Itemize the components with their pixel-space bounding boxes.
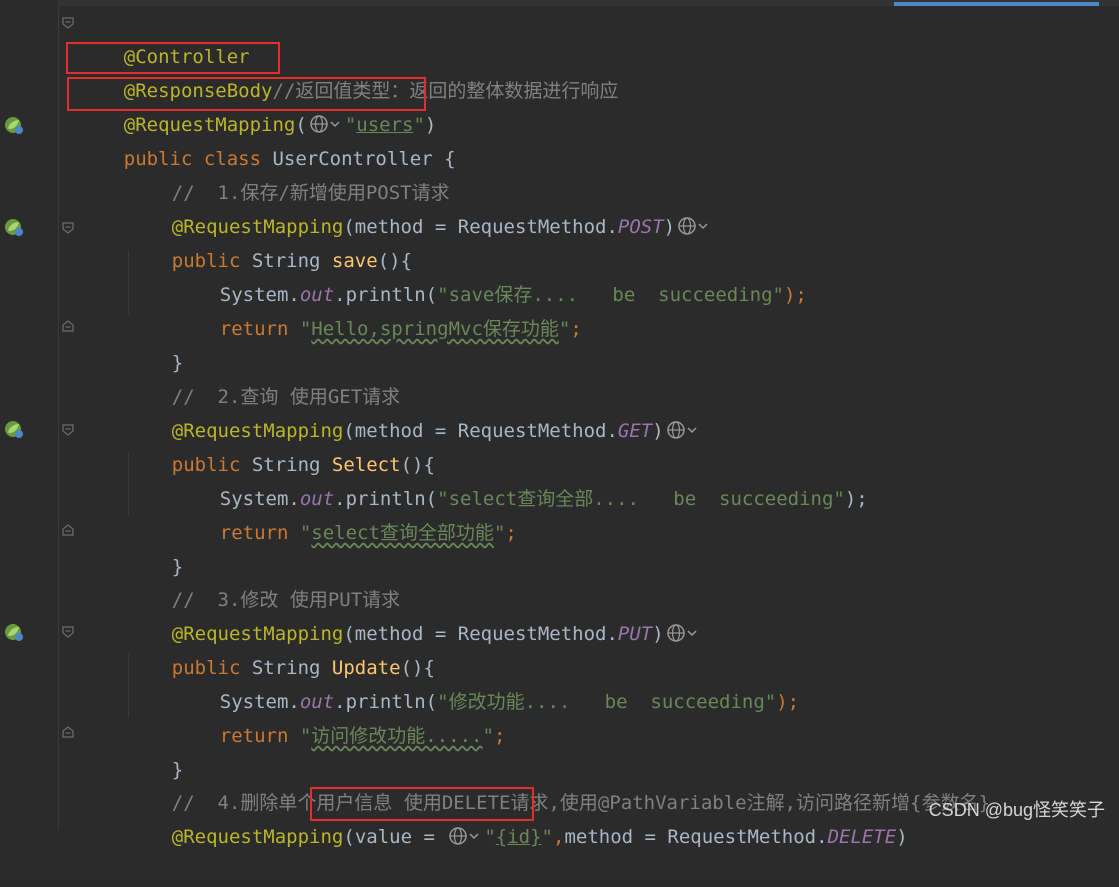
fold-marker-icon[interactable] <box>62 726 74 738</box>
punctuation: , <box>553 826 565 848</box>
punctuation: ; <box>570 318 582 340</box>
fold-marker-icon[interactable] <box>62 524 74 536</box>
punctuation: ); <box>776 691 800 713</box>
enum-constant: POST <box>617 216 664 238</box>
paren: ) <box>652 420 664 442</box>
quote: " <box>541 826 553 848</box>
paren: ( <box>343 826 355 848</box>
code-line: public class UserController { <box>78 110 456 170</box>
quote: " <box>288 522 312 544</box>
quote: " <box>288 318 312 340</box>
fold-marker-icon[interactable] <box>62 222 74 234</box>
quote: " <box>482 725 494 747</box>
spring-bean-icon[interactable] <box>3 216 25 238</box>
fold-marker-icon[interactable] <box>62 626 74 638</box>
punctuation: ); <box>783 284 807 306</box>
code-line: // 3.修改 使用PUT请求 <box>126 551 400 611</box>
spring-bean-icon[interactable] <box>3 114 25 136</box>
code-line: System.out.println("select查询全部.... be su… <box>174 450 868 510</box>
editor-tab-strip <box>0 0 1119 6</box>
string-literal: 访问修改功能..... <box>311 725 483 747</box>
paren: ) <box>663 216 676 238</box>
quote: " <box>484 826 496 848</box>
globe-icon[interactable] <box>666 623 700 643</box>
paren: ) <box>896 826 908 848</box>
punctuation: ; <box>493 725 506 747</box>
code-line: } <box>126 518 183 578</box>
code-line: } <box>126 314 183 374</box>
enum-constant: GET <box>617 420 653 442</box>
keyword: return <box>219 725 289 747</box>
quote: " <box>558 318 571 340</box>
fold-marker-icon[interactable] <box>62 424 74 436</box>
code-line: public String save(){ <box>126 212 412 272</box>
code-line: public String Update(){ <box>126 619 435 679</box>
enum-constant: DELETE <box>827 826 897 848</box>
active-tab-indicator <box>894 2 1099 6</box>
code-line: return "访问修改功能....."; <box>174 687 506 747</box>
globe-icon[interactable] <box>666 420 700 440</box>
enum-constant: PUT <box>617 623 653 645</box>
fold-marker-icon[interactable] <box>62 320 74 332</box>
highlight-box <box>66 42 280 74</box>
globe-icon[interactable] <box>677 216 711 236</box>
keyword: return <box>219 522 289 544</box>
fold-marker-icon[interactable] <box>62 17 74 29</box>
code-line: // 1.保存/新增使用POST请求 <box>126 144 450 204</box>
code-line: System.out.println("修改功能.... be succeedi… <box>174 653 799 713</box>
string-literal: Hello,springMvc保存功能 <box>311 318 559 340</box>
url-string[interactable]: {id} <box>496 826 542 848</box>
code-line: return "Hello,springMvc保存功能"; <box>174 280 582 340</box>
globe-icon[interactable] <box>448 826 482 846</box>
highlight-box <box>310 787 534 821</box>
punctuation: ; <box>505 522 517 544</box>
code-line: // 4.删除单个用户信息 使用DELETE请求,使用@PathVariable… <box>126 754 990 814</box>
code-line: @RequestMapping(method = RequestMethod.P… <box>126 585 702 645</box>
quote: " <box>493 522 506 544</box>
string-literal: select查询全部功能 <box>311 522 494 544</box>
code-line: @RequestMapping(method = RequestMethod.G… <box>126 382 702 442</box>
code-line: // 2.查询 使用GET请求 <box>126 348 400 408</box>
code-line: @RequestMapping(method = RequestMethod.P… <box>126 178 713 238</box>
spring-bean-icon[interactable] <box>3 621 25 643</box>
code-line: public String Select(){ <box>126 416 435 476</box>
code-text: value = <box>354 826 447 848</box>
code-line: @Controller <box>78 8 250 68</box>
code-line: System.out.println("save保存.... be succee… <box>174 246 807 306</box>
code-text: method = RequestMethod. <box>564 826 828 848</box>
gutter-separator <box>58 0 59 830</box>
keyword: return <box>219 318 289 340</box>
paren: ) <box>652 623 664 645</box>
punctuation: ); <box>844 488 868 510</box>
annotation: @RequestMapping <box>171 826 344 848</box>
watermark: CSDN @bug怪笑笑子 <box>928 800 1105 820</box>
spring-bean-icon[interactable] <box>3 418 25 440</box>
code-line: return "select查询全部功能"; <box>174 484 517 544</box>
code-line: } <box>126 721 183 781</box>
highlight-box <box>67 77 426 111</box>
quote: " <box>288 725 312 747</box>
